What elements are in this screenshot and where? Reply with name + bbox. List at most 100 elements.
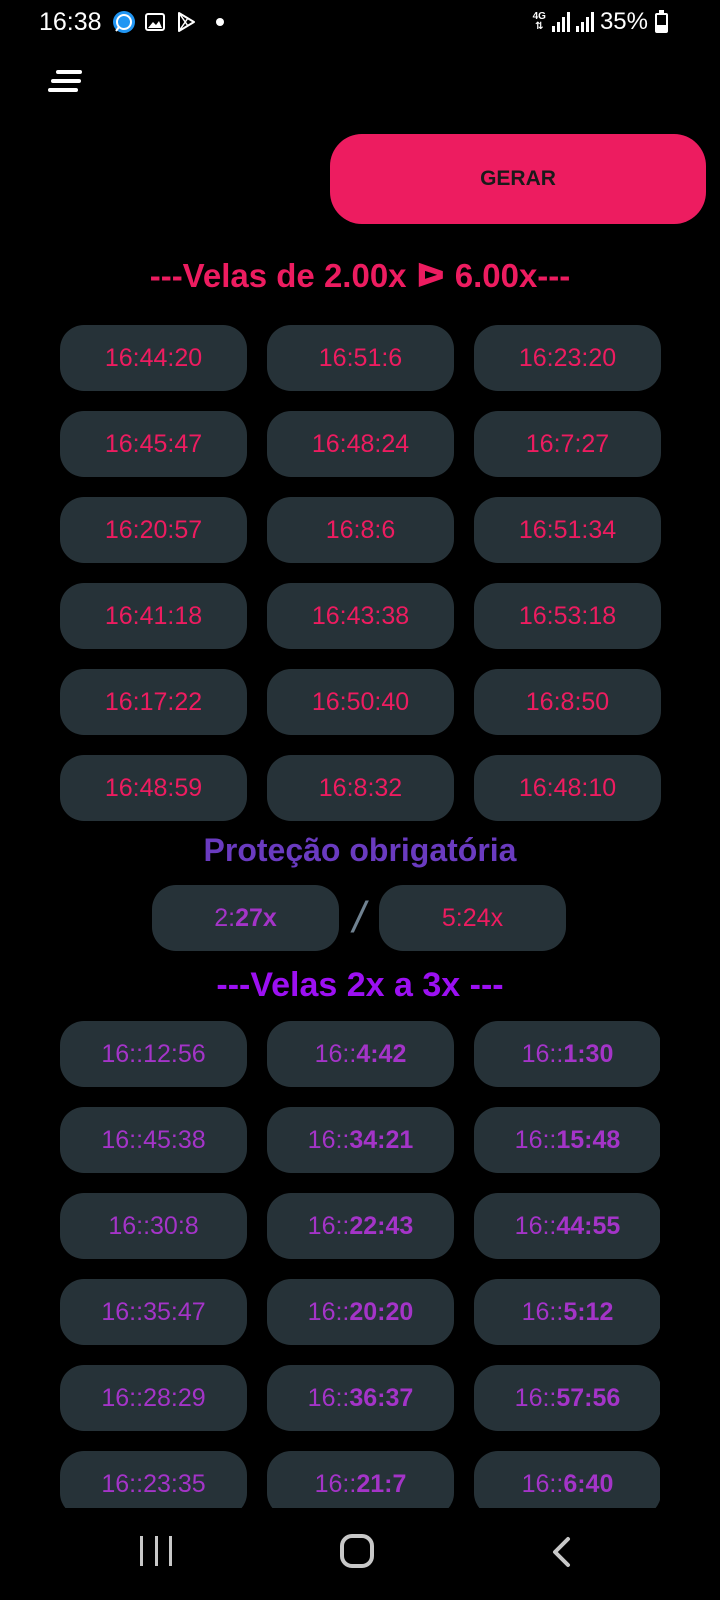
time-value: 15:48 (556, 1125, 621, 1154)
protection-left-pill[interactable]: 2: 27x (152, 885, 339, 951)
time-pill[interactable]: 16:: 6:40 (474, 1451, 660, 1509)
time-pill[interactable]: 16:8:6 (267, 497, 454, 563)
time-pill[interactable]: 16:23:20 (474, 325, 661, 391)
time-value: 57:56 (556, 1383, 621, 1412)
home-icon[interactable] (340, 1534, 374, 1568)
time-prefix: 16:: (307, 1211, 350, 1240)
time-value: 5:12 (563, 1297, 614, 1326)
protection-row: 2: 27x / 5:24x (152, 885, 566, 951)
time-value: 20:20 (349, 1297, 414, 1326)
navigation-bar (0, 1508, 720, 1600)
time-pill[interactable]: 16:45:47 (60, 411, 247, 477)
time-pill[interactable]: 16:51:6 (267, 325, 454, 391)
time-prefix: 16:: (514, 1383, 557, 1412)
network-type: 4G ⇅ (532, 11, 546, 32)
time-value: 1:30 (563, 1039, 614, 1068)
menu-icon[interactable] (48, 70, 84, 94)
time-pill[interactable]: 16:: 45:38 (60, 1107, 247, 1173)
time-value: 44:55 (556, 1211, 621, 1240)
play-store-icon (178, 12, 195, 32)
time-pill[interactable]: 16:: 28:29 (60, 1365, 247, 1431)
time-prefix: 16:: (101, 1383, 144, 1412)
gerar-button[interactable]: GERAR (330, 134, 706, 224)
time-prefix: 16:: (101, 1297, 144, 1326)
time-prefix: 16:: (307, 1125, 350, 1154)
time-prefix: 16:: (314, 1469, 357, 1498)
time-value: 23:35 (143, 1469, 206, 1498)
protection-separator: / (352, 893, 366, 942)
time-prefix: 16:: (521, 1039, 564, 1068)
time-prefix: 16:: (307, 1297, 350, 1326)
time-pill[interactable]: 16:48:10 (474, 755, 661, 821)
section1-title: ---Velas de 2.00x ᐅ 6.00x--- (149, 257, 571, 294)
time-pill[interactable]: 16:: 15:48 (474, 1107, 660, 1173)
time-pill[interactable]: 16:: 34:21 (267, 1107, 454, 1173)
time-prefix: 16:: (314, 1039, 357, 1068)
time-pill[interactable]: 16:: 21:7 (267, 1451, 454, 1509)
time-prefix: 16:: (101, 1125, 144, 1154)
time-pill[interactable]: 16:: 23:35 (60, 1451, 247, 1509)
time-pill[interactable]: 16:53:18 (474, 583, 661, 649)
time-pill[interactable]: 16:41:18 (60, 583, 247, 649)
time-pill[interactable]: 16:51:34 (474, 497, 661, 563)
time-pill[interactable]: 16:50:40 (267, 669, 454, 735)
time-value: 12:56 (143, 1039, 206, 1068)
time-pill[interactable]: 16:43:38 (267, 583, 454, 649)
time-pill[interactable]: 16:: 5:12 (474, 1279, 660, 1345)
time-value: 4:42 (356, 1039, 407, 1068)
time-value: 36:37 (349, 1383, 414, 1412)
gallery-icon (145, 13, 165, 31)
section2-grid: 16:: 12:56 16:: 4:42 16:: 1:30 16:: 45:38 16:: 34… (60, 1021, 660, 1509)
time-pill[interactable]: 16:20:57 (60, 497, 247, 563)
time-pill[interactable]: 16:17:22 (60, 669, 247, 735)
status-bar: 16:38 4G ⇅ 35% (0, 0, 720, 46)
time-pill[interactable]: 16:7:27 (474, 411, 661, 477)
time-pill[interactable]: 16:: 20:20 (267, 1279, 454, 1345)
protection-right-pill[interactable]: 5:24x (379, 885, 566, 951)
time-pill[interactable]: 16:: 4:42 (267, 1021, 454, 1087)
protection-right-value: 5:24x (441, 903, 504, 932)
protection-left-prefix: 2: (214, 903, 236, 932)
time-prefix: 16:: (108, 1211, 151, 1240)
recent-apps-icon[interactable] (140, 1536, 172, 1568)
whatsapp-icon (113, 11, 135, 33)
time-pill[interactable]: 16:8:50 (474, 669, 661, 735)
time-value: 30:8 (150, 1211, 199, 1240)
signal-area: 4G ⇅ 35% (533, 8, 648, 36)
time-prefix: 16:: (307, 1383, 350, 1412)
protection-left-value: 27x (235, 903, 277, 932)
time-pill[interactable]: 16:48:59 (60, 755, 247, 821)
time-pill[interactable]: 16:48:24 (267, 411, 454, 477)
time-value: 22:43 (349, 1211, 414, 1240)
time-pill[interactable]: 16:: 1:30 (474, 1021, 660, 1087)
time-pill[interactable]: 16:: 57:56 (474, 1365, 660, 1431)
time-pill[interactable]: 16:: 35:47 (60, 1279, 247, 1345)
time-prefix: 16:: (521, 1469, 564, 1498)
time-pill[interactable]: 16:8:32 (267, 755, 454, 821)
time-pill[interactable]: 16:: 12:56 (60, 1021, 247, 1087)
time-value: 28:29 (143, 1383, 206, 1412)
protection-title: Proteção obrigatória (203, 832, 517, 868)
signal-icon (551, 12, 570, 32)
section1-grid: 16:44:20 16:51:6 16:23:20 16:45:47 16:48:24 1… (60, 325, 661, 821)
time-value: 35:47 (143, 1297, 206, 1326)
notification-dot-icon (216, 18, 224, 26)
battery-percent: 35% (599, 8, 648, 35)
time-prefix: 16:: (101, 1039, 144, 1068)
time-value: 45:38 (143, 1125, 206, 1154)
time-pill[interactable]: 16:: 44:55 (474, 1193, 660, 1259)
time-pill[interactable]: 16:44:20 (60, 325, 247, 391)
time-pill[interactable]: 16:: 36:37 (267, 1365, 454, 1431)
time-prefix: 16:: (514, 1211, 557, 1240)
time-pill[interactable]: 16:: 22:43 (267, 1193, 454, 1259)
signal-icon-2 (575, 12, 594, 32)
back-icon[interactable] (548, 1536, 578, 1568)
time-pill[interactable]: 16:: 30:8 (60, 1193, 247, 1259)
time-value: 34:21 (349, 1125, 414, 1154)
battery-fill (657, 25, 666, 31)
status-time: 16:38 (39, 8, 102, 36)
time-prefix: 16:: (101, 1469, 144, 1498)
time-prefix: 16:: (521, 1297, 564, 1326)
time-value: 21:7 (356, 1469, 407, 1498)
battery-icon (655, 10, 668, 33)
